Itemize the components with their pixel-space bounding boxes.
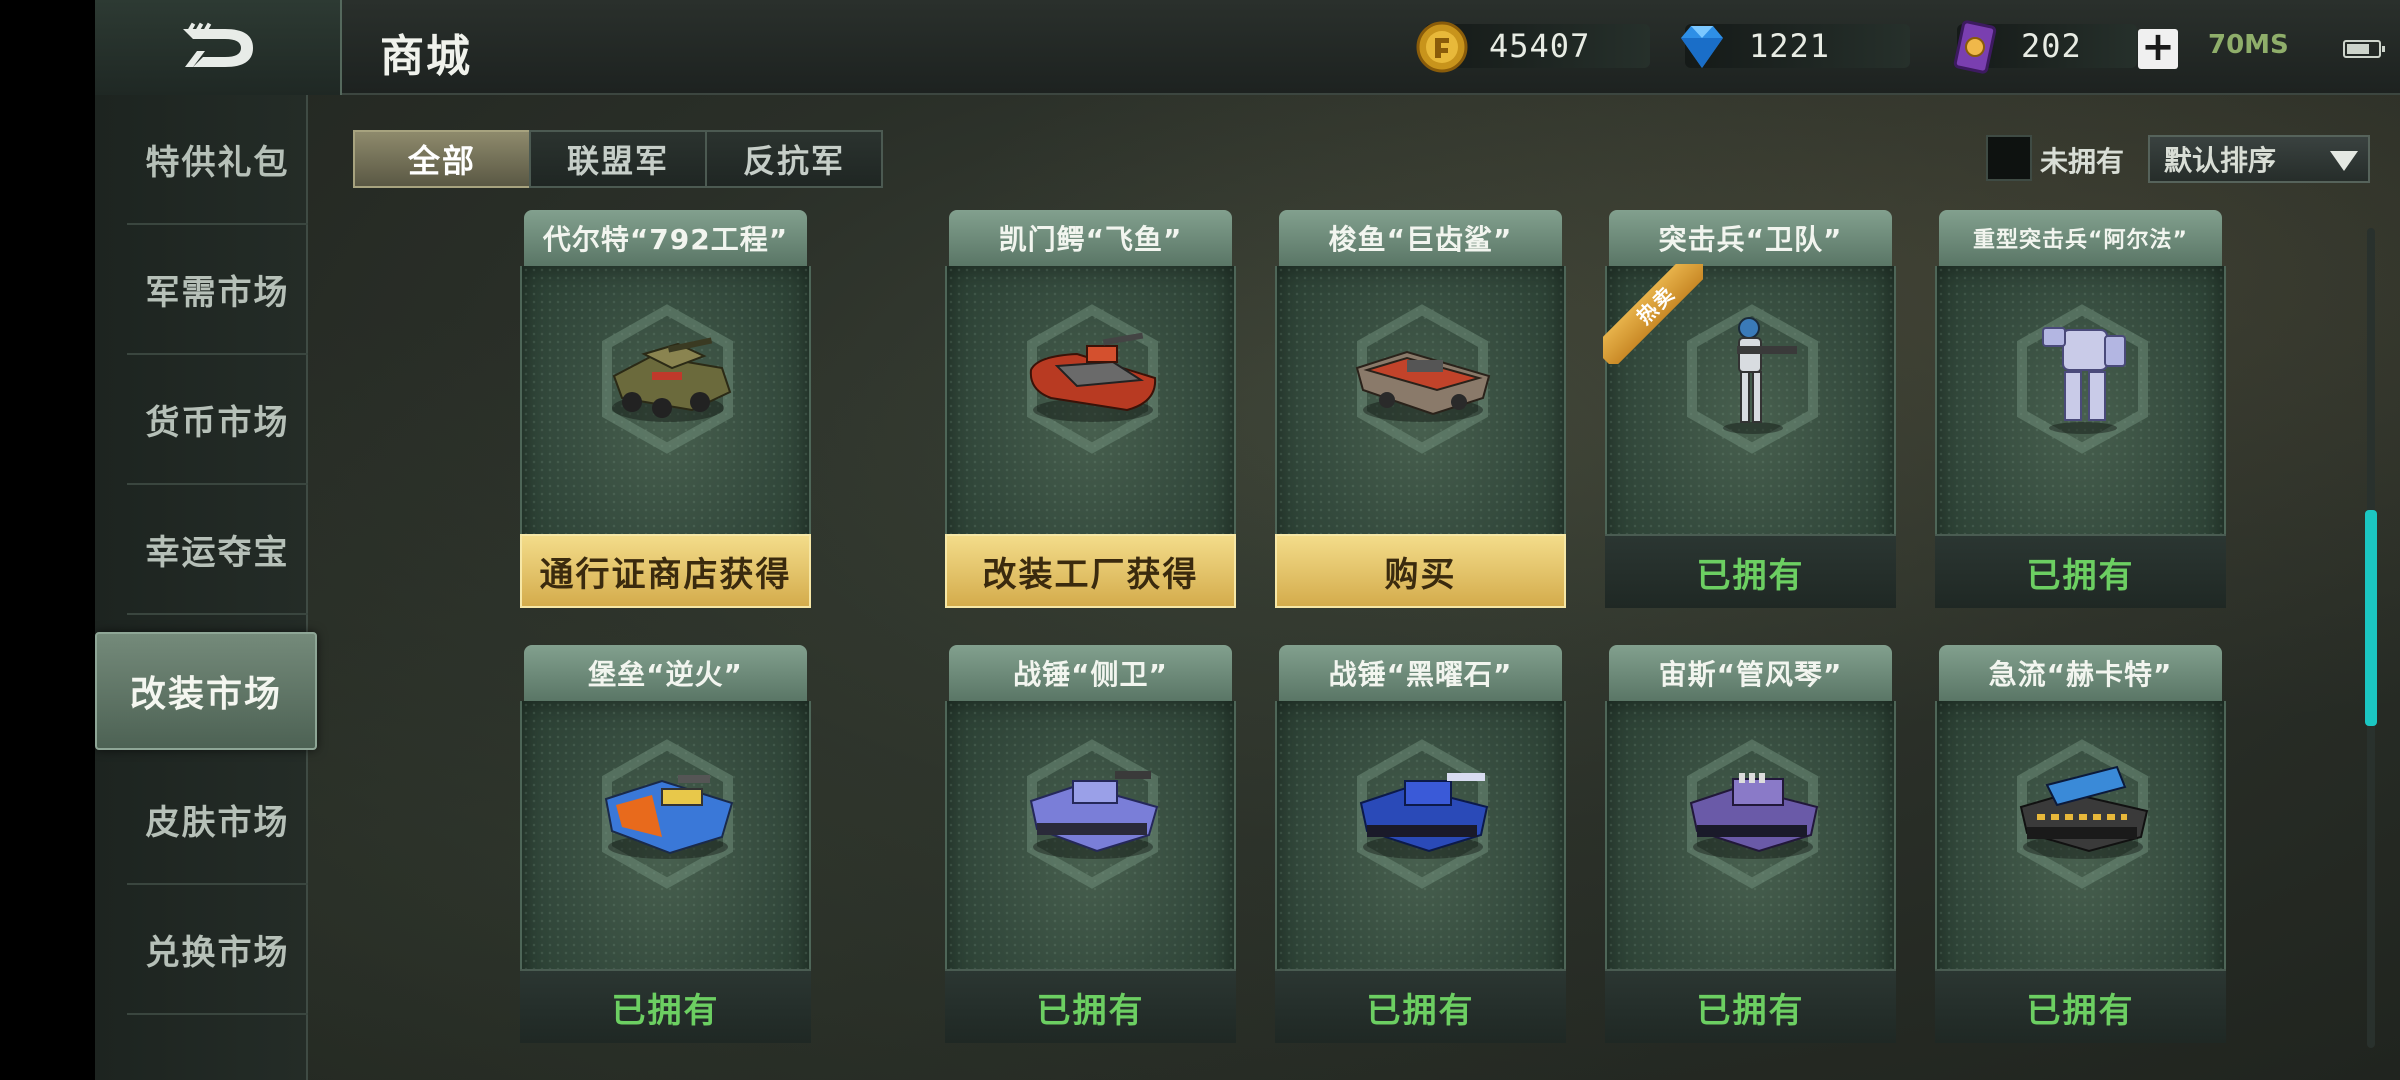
card-title: 代尔特“792工程” [524,210,807,266]
tab-alliance[interactable]: 联盟军 [529,130,707,188]
card-title: 梭鱼“巨齿鲨” [1279,210,1562,266]
fortress-tank-icon [604,775,734,859]
item-card[interactable]: 重型突击兵“阿尔法” 已拥有 [1935,210,2226,608]
owned-status: 已拥有 [1935,534,2226,608]
hot-sale-label: 热卖 [1603,264,1703,364]
armored-car-icon [612,337,732,422]
buy-button[interactable]: 购买 [1275,534,1566,608]
owned-status: 已拥有 [520,969,811,1043]
game-screen: 商城 45407 1221 202 + 70MS 特供礼包 军需市场 货币市场 … [95,0,2400,1080]
diamond-value: 1221 [1749,27,1831,65]
faction-tabs: 全部 联盟军 反抗军 [353,130,883,188]
card-title: 宙斯“管风琴” [1609,645,1892,701]
item-card[interactable]: 战锤“黑曜石” 已拥有 [1275,645,1566,1043]
not-owned-checkbox[interactable] [1986,135,2032,181]
zeus-tank-icon [1689,773,1819,859]
sidebar-item-exchange-market[interactable]: 兑换市场 [127,885,308,1015]
sidebar-item-lucky-draw[interactable]: 幸运夺宝 [127,485,308,615]
item-card[interactable]: 代尔特“792工程” 通行证商店获得 [520,210,811,608]
item-card[interactable]: 凯门鳄“飞鱼” 改装工厂获得 [945,210,1236,608]
hover-tank-icon [1355,350,1491,422]
owned-status: 已拥有 [945,969,1236,1043]
category-sidebar: 特供礼包 军需市场 货币市场 幸运夺宝 改装市场 皮肤市场 兑换市场 [95,95,317,1080]
sidebar-item-currency-market[interactable]: 货币市场 [127,355,308,485]
owned-status: 已拥有 [1935,969,2226,1043]
gold-currency: 45407 [1416,21,1650,73]
tab-rebels[interactable]: 反抗军 [705,130,883,188]
card-action-button[interactable]: 通行证商店获得 [520,534,811,608]
card-title: 重型突击兵“阿尔法” [1939,210,2222,266]
item-card[interactable]: 堡垒“逆火” 已拥有 [520,645,811,1043]
item-card[interactable]: 宙斯“管风琴” 已拥有 [1605,645,1896,1043]
ping-indicator: 70MS [2208,30,2289,60]
owned-status: 已拥有 [1275,969,1566,1043]
diamond-icon [1681,26,1723,68]
mech-suit-icon [2042,327,2126,434]
ticket-card-icon [1953,20,1997,74]
ticket-value: 202 [2021,27,2082,65]
card-title: 凯门鳄“飞鱼” [949,210,1232,266]
back-button[interactable] [95,0,342,95]
hovercraft-icon [1029,332,1157,422]
item-card[interactable]: 突击兵“卫队” 热卖 已拥有 [1603,210,1896,608]
card-action-button[interactable]: 改装工厂获得 [945,534,1236,608]
artillery-tank-icon [2019,765,2149,859]
not-owned-label: 未拥有 [2040,145,2125,178]
gold-value: 45407 [1489,27,1591,65]
hot-sale-badge: 热卖 [1603,264,1703,364]
owned-status: 已拥有 [1605,534,1896,608]
caret-down-icon [2330,151,2358,171]
warhammer-tank-icon [1029,771,1159,859]
owned-status: 已拥有 [1605,969,1896,1043]
item-card[interactable]: 急流“赫卡特” 已拥有 [1935,645,2226,1043]
card-title: 急流“赫卡特” [1939,645,2222,701]
obsidian-tank-icon [1359,773,1489,859]
sidebar-item-supply-market[interactable]: 军需市场 [127,225,308,355]
item-card[interactable]: 梭鱼“巨齿鲨” 1188 59 [1275,210,1566,608]
page-title: 商城 [380,31,472,82]
card-title: 突击兵“卫队” [1609,210,1892,266]
card-title: 战锤“黑曜石” [1279,645,1562,701]
sort-label: 默认排序 [2164,144,2277,177]
sort-dropdown[interactable]: 默认排序 [2148,135,2370,183]
scrollbar-thumb[interactable] [2365,510,2377,726]
diamond-currency: 1221 [1681,24,1910,68]
card-title: 战锤“侧卫” [949,645,1232,701]
battery-icon [2343,40,2385,58]
card-title: 堡垒“逆火” [524,645,807,701]
top-bar: 商城 45407 1221 202 + 70MS [95,0,2400,95]
tab-all[interactable]: 全部 [353,130,531,188]
sidebar-item-skin-market[interactable]: 皮肤市场 [127,755,308,885]
add-currency-button[interactable]: + [2138,27,2178,69]
ticket-currency: 202 [1953,20,2137,74]
item-card[interactable]: 战锤“侧卫” 已拥有 [945,645,1236,1043]
sidebar-item-mod-market[interactable]: 改装市场 [95,632,317,750]
gold-coin-icon [1416,21,1468,73]
back-arrow-icon [182,22,253,67]
sidebar-item-special-pack[interactable]: 特供礼包 [127,95,308,225]
